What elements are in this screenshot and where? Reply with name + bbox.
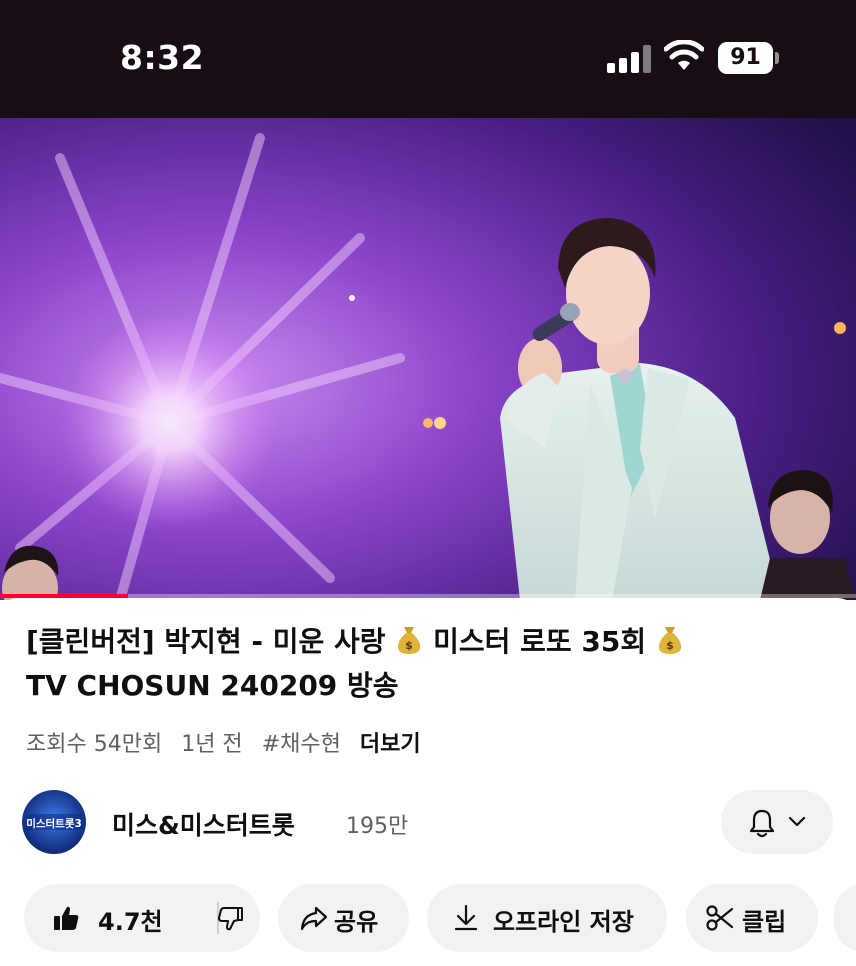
like-dislike-group: 4.7천 [24, 884, 260, 952]
money-bag-icon: $ [658, 627, 681, 654]
upload-age: 1년 전 [181, 732, 243, 757]
action-buttons-row: 4.7천 공유 오프라인 저장 클립 [0, 884, 856, 952]
download-label: 오프라인 저장 [493, 908, 634, 936]
video-title-line-1: [클린버전] 박지현 - 미운 사랑 $ 미스터 로또 35회 $ [26, 620, 826, 664]
dislike-button[interactable] [218, 884, 260, 952]
status-bar: 8:32 91 [0, 0, 856, 118]
video-meta[interactable]: 조회수 54만회 1년 전 #채수현 더보기 [26, 726, 433, 758]
like-count: 4.7천 [98, 908, 163, 936]
video-frame [0, 118, 856, 600]
more-button[interactable]: 더보기 [360, 732, 421, 757]
battery-icon: 91 [718, 42, 780, 74]
video-title-line-2: TV CHOSUN 240209 방송 [26, 669, 399, 702]
hashtag-link[interactable]: #채수현 [262, 732, 341, 757]
clip-label: 클립 [742, 908, 787, 936]
svg-text:$: $ [666, 639, 674, 652]
video-title[interactable]: [클린버전] 박지현 - 미운 사랑 $ 미스터 로또 35회 $ TV CHO… [26, 620, 826, 708]
clip-button[interactable]: 클립 [686, 884, 818, 952]
subscriber-count: 195만 [346, 814, 409, 839]
download-icon [454, 904, 478, 931]
channel-name[interactable]: 미스&미스터트롯 [112, 806, 295, 842]
thumbs-up-icon [54, 906, 79, 930]
video-player[interactable] [0, 118, 856, 600]
scissors-icon [706, 905, 734, 931]
battery-level: 91 [718, 42, 773, 74]
share-label: 공유 [334, 908, 379, 936]
share-button[interactable]: 공유 [278, 884, 409, 952]
svg-text:$: $ [406, 639, 414, 652]
download-button[interactable]: 오프라인 저장 [427, 884, 667, 952]
signal-icon [607, 45, 653, 73]
thumbs-down-icon [218, 907, 243, 931]
like-button[interactable]: 4.7천 [24, 884, 214, 952]
bell-icon [749, 809, 775, 838]
more-actions-button[interactable] [834, 884, 856, 952]
view-count: 조회수 54만회 [26, 732, 163, 757]
chevron-down-icon [788, 816, 806, 827]
notification-bell-button[interactable] [721, 790, 833, 854]
share-icon [300, 906, 328, 931]
status-time: 8:32 [120, 38, 205, 77]
money-bag-icon: $ [398, 627, 421, 654]
wifi-icon [664, 40, 704, 70]
channel-avatar[interactable]: 미스터트롯3 [22, 790, 86, 854]
channel-avatar-logo-text: 미스터트롯3 [26, 817, 82, 830]
